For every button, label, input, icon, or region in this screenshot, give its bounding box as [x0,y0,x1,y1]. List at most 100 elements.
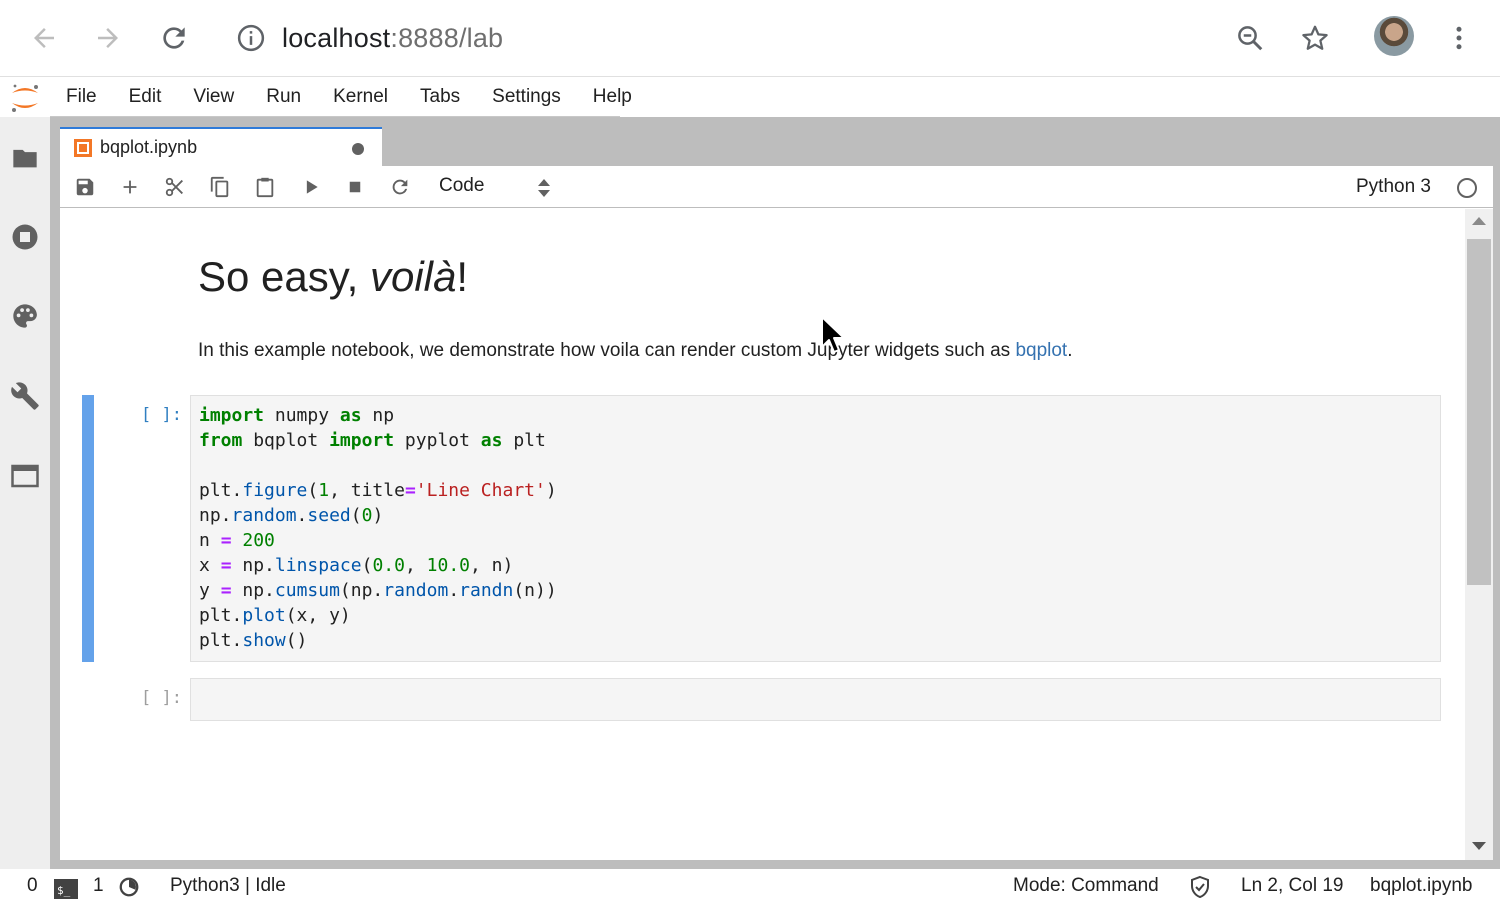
palette-icon [13,304,37,328]
cell-type-value: Code [439,175,485,196]
interrupt-button[interactable] [340,173,370,201]
save-button[interactable] [70,173,100,201]
empty-cell-prompt: [ ]: [141,688,182,708]
markdown-heading: So easy, voilà! [198,253,468,301]
command-palette-button[interactable] [9,300,41,332]
notebook-toolbar: Code Python 3 [60,166,1493,208]
cut-button[interactable] [160,173,190,201]
code-line: plt.show() [199,630,308,651]
url-path: :8888/lab [390,22,504,53]
menu-file[interactable]: File [50,77,113,117]
scroll-up-icon[interactable] [1472,217,1486,225]
tab-bqplot-notebook[interactable]: bqplot.ipynb [60,127,382,166]
kernel-usage-icon[interactable] [118,876,140,898]
code-line: y = np.cumsum(np.random.randn(n)) [199,580,557,601]
code-line: from bqplot import pyplot as plt [199,430,546,451]
terminal-icon[interactable]: $_ [54,879,78,899]
url-text: localhost:8888/lab [282,23,503,54]
address-bar[interactable]: localhost:8888/lab [236,18,503,58]
heading-text: So easy, [198,253,370,300]
bqplot-link[interactable]: bqplot [1015,340,1067,361]
code-line: import numpy as np [199,405,395,426]
cursor-position[interactable]: Ln 2, Col 19 [1241,875,1343,897]
code-cell-editor[interactable]: import numpy as np from bqplot import py… [190,395,1441,662]
refresh-icon [392,179,408,195]
menu-help[interactable]: Help [577,77,648,117]
zoom-button[interactable] [1230,18,1270,58]
star-icon [1302,25,1328,50]
back-button[interactable] [24,18,64,58]
running-icon [12,224,38,250]
paste-icon [256,177,274,198]
forward-button[interactable] [88,18,128,58]
menu-tabs[interactable]: Tabs [404,77,476,117]
code-line: x = np.linspace(0.0, 10.0, n) [199,555,514,576]
code-line: np.random.seed(0) [199,505,384,526]
menu-view[interactable]: View [177,77,250,117]
browser-menu-button[interactable] [1439,18,1479,58]
scissors-icon [165,177,183,197]
url-host: localhost [282,22,391,53]
restart-kernel-button[interactable] [385,173,415,201]
terminals-count[interactable]: 0 [27,875,38,897]
markdown-paragraph: In this example notebook, we demonstrate… [198,340,1073,362]
avatar[interactable] [1374,16,1414,56]
scroll-down-icon[interactable] [1472,842,1486,850]
heading-exclaim: ! [456,253,469,300]
cell-type-dropdown[interactable]: Code [430,171,560,203]
menu-edit[interactable]: Edit [113,77,178,117]
add-icon [123,180,137,194]
left-sidebar [0,117,50,869]
menu-kernel[interactable]: Kernel [317,77,404,117]
tabs-icon [11,464,39,488]
play-icon [306,180,318,194]
status-bar: 0 $_ 1 Python3 | Idle Mode: Command Ln 2… [0,869,1500,900]
notebook-scrollbar[interactable] [1465,209,1493,860]
file-browser-button[interactable] [9,142,41,174]
info-icon[interactable] [236,23,266,53]
insert-cell-button[interactable] [115,173,145,201]
arrow-right-icon [98,28,118,48]
copy-icon [210,176,229,198]
save-icon [76,178,94,196]
reload-button[interactable] [154,18,194,58]
kernels-count[interactable]: 1 [93,875,104,897]
browser-toolbar: localhost:8888/lab [0,0,1500,77]
paragraph-end: . [1067,340,1073,361]
notebook-icon [74,138,92,157]
kernel-name[interactable]: Python 3 [1356,176,1431,198]
extension-manager-button[interactable] [9,380,41,412]
svg-text:$_: $_ [57,884,71,897]
status-filename: bqplot.ipynb [1370,875,1473,896]
jupyter-logo-icon [6,81,44,115]
open-tabs-button[interactable] [9,460,41,492]
paragraph-text: In this example notebook, we demonstrate… [198,340,1016,361]
shield-icon[interactable] [1188,875,1212,899]
active-cell-indicator[interactable] [82,395,94,662]
scroll-thumb[interactable] [1467,239,1491,585]
menu-settings[interactable]: Settings [476,77,577,117]
run-button[interactable] [296,173,326,201]
empty-code-cell[interactable] [190,678,1441,721]
kernel-idle-icon [1457,178,1477,198]
wrench-icon [11,382,39,410]
stop-icon [349,181,361,193]
paste-button[interactable] [250,173,280,201]
menu-items: File Edit View Run Kernel Tabs Settings … [50,77,632,117]
code-line: plt.plot(x, y) [199,605,351,626]
running-sessions-button[interactable] [9,221,41,253]
more-vert-icon [1456,26,1462,50]
bookmark-button[interactable] [1295,18,1335,58]
zoom-out-icon [1238,26,1263,51]
caret-updown-icon [538,179,550,197]
kernel-status-text[interactable]: Python3 | Idle [170,875,286,897]
menu-run[interactable]: Run [250,77,317,117]
copy-button[interactable] [205,173,235,201]
notebook-content: So easy, voilà! In this example notebook… [60,209,1465,860]
heading-italic: voilà [369,253,457,300]
reload-icon [163,27,185,49]
mode-indicator: Mode: Command [1013,875,1159,896]
code-line: n = 200 [199,530,275,551]
unsaved-dot-icon[interactable] [352,143,364,155]
